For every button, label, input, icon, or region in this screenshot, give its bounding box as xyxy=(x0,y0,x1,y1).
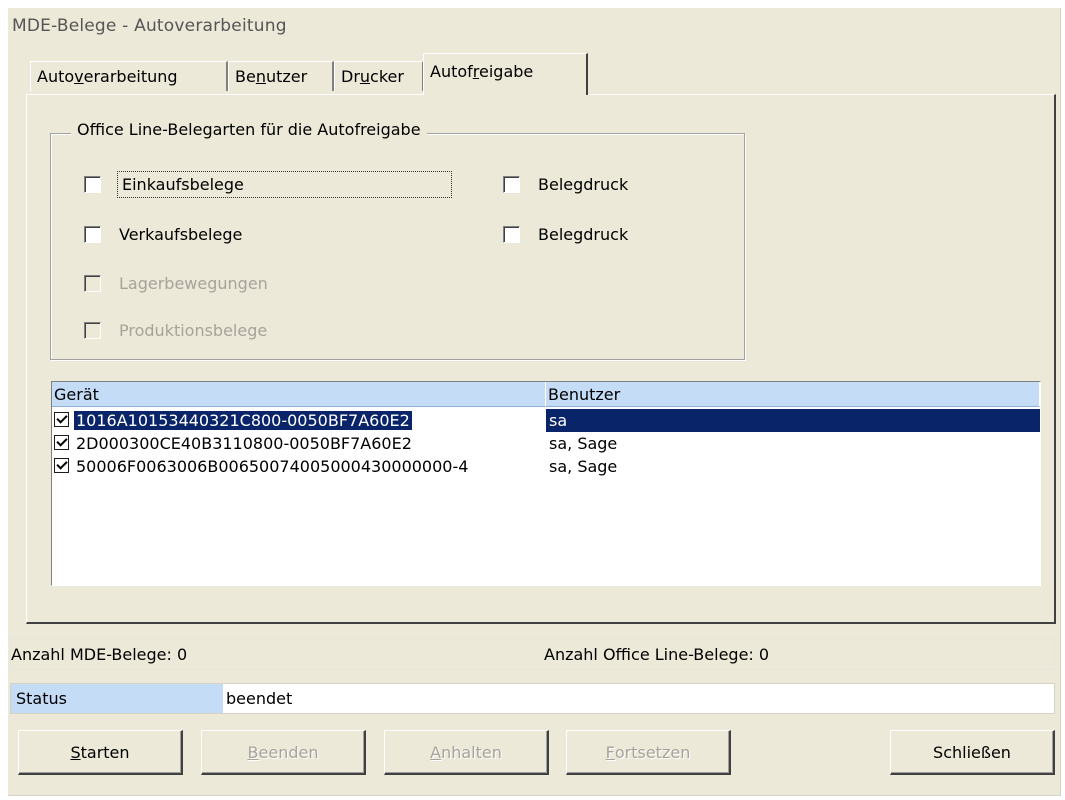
window-title: MDE-Belege - Autoverarbeitung xyxy=(12,16,287,36)
status-value: beendet xyxy=(226,689,293,708)
verkauf-print-label: Belegdruck xyxy=(538,224,629,244)
device-cell: 2D000300CE40B3110800-0050BF7A60E2 xyxy=(76,434,412,453)
verkauf-label: Verkaufsbelege xyxy=(119,224,243,244)
lager-checkbox xyxy=(84,274,101,292)
produktion-label: Produktionsbelege xyxy=(119,320,268,340)
einkauf-print-row[interactable]: Belegdruck xyxy=(503,170,628,198)
mde-count: Anzahl MDE-Belege: 0 xyxy=(11,645,188,664)
device-cell: 50006F0063006B00650074005000430000000-4 xyxy=(76,457,469,476)
produktion-row: Produktionsbelege xyxy=(84,316,267,344)
group-title: Office Line-Belegarten für die Autofreig… xyxy=(71,120,427,139)
user-cell: sa xyxy=(546,409,1040,432)
einkauf-print-label: Belegdruck xyxy=(538,174,629,194)
stop-button[interactable]: Beenden xyxy=(201,730,366,775)
tab-autoverarbeitung[interactable]: Autoverarbeitung xyxy=(30,61,228,91)
tab-panel: Office Line-Belegarten für die Autofreig… xyxy=(26,94,1056,624)
device-list[interactable]: Gerät Benutzer 1016A10153440321C800-0050… xyxy=(51,381,1041,586)
row-checkbox[interactable] xyxy=(54,435,69,450)
verkauf-checkbox[interactable] xyxy=(84,225,101,243)
start-button[interactable]: Starten xyxy=(18,730,183,775)
lager-label: Lagerbewegungen xyxy=(119,273,268,293)
tab-autofreigabe[interactable]: Autofreigabe xyxy=(423,53,588,95)
lager-row: Lagerbewegungen xyxy=(84,269,268,297)
verkauf-row[interactable]: Verkaufsbelege xyxy=(84,220,242,248)
column-benutzer[interactable]: Benutzer xyxy=(546,382,1040,407)
list-header: Gerät Benutzer xyxy=(52,382,1040,407)
user-cell: sa, Sage xyxy=(549,457,618,476)
verkauf-print-row[interactable]: Belegdruck xyxy=(503,220,628,248)
dialog-window: MDE-Belege - Autoverarbeitung Autoverarb… xyxy=(8,8,1061,796)
column-geraet[interactable]: Gerät xyxy=(52,382,546,407)
einkauf-checkbox[interactable] xyxy=(84,175,101,193)
einkauf-print-checkbox[interactable] xyxy=(503,175,520,193)
status-bar: Status beendet xyxy=(10,683,1055,714)
row-checkbox[interactable] xyxy=(54,412,69,427)
einkauf-row[interactable]: Einkaufsbelege xyxy=(84,170,452,198)
resume-button[interactable]: Fortsetzen xyxy=(566,730,731,775)
produktion-checkbox xyxy=(84,321,101,339)
officeline-count: Anzahl Office Line-Belege: 0 xyxy=(544,645,770,664)
tab-benutzer[interactable]: Benutzer xyxy=(228,61,334,91)
row-checkbox[interactable] xyxy=(54,458,69,473)
belegarten-group: Office Line-Belegarten für die Autofreig… xyxy=(50,120,745,360)
tab-drucker[interactable]: Drucker xyxy=(334,61,424,91)
table-row[interactable]: 50006F0063006B00650074005000430000000-4 … xyxy=(52,455,1040,478)
device-cell: 1016A10153440321C800-0050BF7A60E2 xyxy=(74,411,412,430)
verkauf-print-checkbox[interactable] xyxy=(503,225,520,243)
status-label: Status xyxy=(11,684,223,713)
count-bar: Anzahl MDE-Belege: 0 Anzahl Office Line-… xyxy=(10,638,1055,670)
close-button[interactable]: Schließen xyxy=(890,730,1055,775)
einkauf-label: Einkaufsbelege xyxy=(117,170,452,198)
table-row[interactable]: 2D000300CE40B3110800-0050BF7A60E2 sa, Sa… xyxy=(52,432,1040,455)
user-cell: sa, Sage xyxy=(549,434,618,453)
table-row[interactable]: 1016A10153440321C800-0050BF7A60E2 sa xyxy=(52,409,1040,432)
pause-button[interactable]: Anhalten xyxy=(384,730,549,775)
